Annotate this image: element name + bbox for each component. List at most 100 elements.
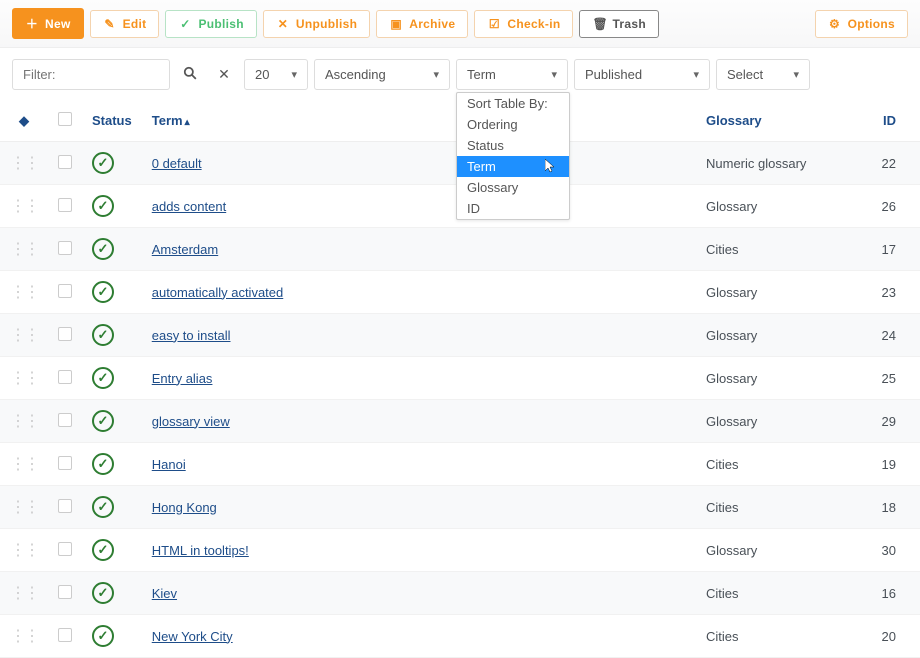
select-value: Select xyxy=(727,67,763,82)
edit-button[interactable]: ✎Edit xyxy=(90,10,160,38)
archive-button[interactable]: ▣Archive xyxy=(376,10,468,38)
drag-handle-icon[interactable]: ⋮⋮ xyxy=(10,327,38,344)
direction-select[interactable]: Ascending▾ xyxy=(314,59,450,90)
sort-by-select[interactable]: Term▾ Sort Table By: OrderingStatusTermG… xyxy=(456,59,568,90)
row-checkbox[interactable] xyxy=(58,241,72,255)
column-status[interactable]: Status xyxy=(82,100,142,142)
table-row: ⋮⋮✓AmsterdamCities17 xyxy=(0,228,920,271)
row-checkbox[interactable] xyxy=(58,413,72,427)
filter-input[interactable] xyxy=(12,59,170,90)
row-checkbox[interactable] xyxy=(58,155,72,169)
row-checkbox[interactable] xyxy=(58,585,72,599)
dropdown-item-status[interactable]: Status xyxy=(457,135,569,156)
status-published-icon[interactable]: ✓ xyxy=(92,281,114,303)
drag-handle-icon[interactable]: ⋮⋮ xyxy=(10,284,38,301)
drag-handle-icon[interactable]: ⋮⋮ xyxy=(10,198,38,215)
term-link[interactable]: glossary view xyxy=(152,414,230,429)
x-icon: ✕ xyxy=(218,66,230,83)
column-glossary[interactable]: Glossary xyxy=(696,100,866,142)
status-published-icon[interactable]: ✓ xyxy=(92,496,114,518)
status-published-icon[interactable]: ✓ xyxy=(92,539,114,561)
dropdown-item-id[interactable]: ID xyxy=(457,198,569,219)
per-page-select[interactable]: 20▾ xyxy=(244,59,308,90)
term-link[interactable]: easy to install xyxy=(152,328,231,343)
glossary-cell: Cities xyxy=(696,615,866,658)
status-published-icon[interactable]: ✓ xyxy=(92,625,114,647)
row-checkbox[interactable] xyxy=(58,628,72,642)
id-cell: 30 xyxy=(866,529,920,572)
select-all-checkbox[interactable] xyxy=(58,112,72,126)
term-link[interactable]: New York City xyxy=(152,629,233,644)
id-cell: 22 xyxy=(866,142,920,185)
id-cell: 18 xyxy=(866,486,920,529)
unpublish-button[interactable]: ✕Unpublish xyxy=(263,10,370,38)
status-published-icon[interactable]: ✓ xyxy=(92,582,114,604)
drag-handle-icon[interactable]: ⋮⋮ xyxy=(10,456,38,473)
status-published-icon[interactable]: ✓ xyxy=(92,324,114,346)
generic-select[interactable]: Select▾ xyxy=(716,59,810,90)
glossary-cell: Cities xyxy=(696,443,866,486)
row-checkbox[interactable] xyxy=(58,284,72,298)
checkin-button[interactable]: ☑Check-in xyxy=(474,10,573,38)
filter-bar: ✕ 20▾ Ascending▾ Term▾ Sort Table By: Or… xyxy=(0,48,920,100)
term-link[interactable]: automatically activated xyxy=(152,285,284,300)
status-published-icon[interactable]: ✓ xyxy=(92,453,114,475)
term-link[interactable]: Hong Kong xyxy=(152,500,217,515)
drag-handle-icon[interactable]: ⋮⋮ xyxy=(10,241,38,258)
term-link[interactable]: 0 default xyxy=(152,156,202,171)
column-term[interactable]: Term xyxy=(142,100,696,142)
id-cell: 19 xyxy=(866,443,920,486)
drag-handle-icon[interactable]: ⋮⋮ xyxy=(10,542,38,559)
publish-button[interactable]: ✓Publish xyxy=(165,10,256,38)
term-link[interactable]: Amsterdam xyxy=(152,242,218,257)
button-label: Trash xyxy=(612,17,646,31)
status-published-icon[interactable]: ✓ xyxy=(92,367,114,389)
row-checkbox[interactable] xyxy=(58,370,72,384)
new-button[interactable]: ＋New xyxy=(12,8,84,39)
search-button[interactable] xyxy=(176,58,204,90)
status-published-icon[interactable]: ✓ xyxy=(92,410,114,432)
row-checkbox[interactable] xyxy=(58,456,72,470)
clear-filter-button[interactable]: ✕ xyxy=(210,58,238,90)
glossary-cell: Glossary xyxy=(696,357,866,400)
button-label: Options xyxy=(848,17,895,31)
button-label: New xyxy=(45,17,71,31)
row-checkbox[interactable] xyxy=(58,499,72,513)
glossary-cell: Numeric glossary xyxy=(696,142,866,185)
status-published-icon[interactable]: ✓ xyxy=(92,152,114,174)
term-link[interactable]: HTML in tooltips! xyxy=(152,543,249,558)
dropdown-item-term[interactable]: Term xyxy=(457,156,569,177)
drag-handle-icon[interactable]: ⋮⋮ xyxy=(10,413,38,430)
select-value: 20 xyxy=(255,67,269,82)
status-published-icon[interactable]: ✓ xyxy=(92,195,114,217)
id-cell: 17 xyxy=(866,228,920,271)
drag-handle-icon[interactable]: ⋮⋮ xyxy=(10,585,38,602)
button-label: Edit xyxy=(123,17,147,31)
column-label: Glossary xyxy=(706,113,762,128)
dropdown-item-glossary[interactable]: Glossary xyxy=(457,177,569,198)
term-link[interactable]: Kiev xyxy=(152,586,177,601)
drag-handle-icon[interactable]: ⋮⋮ xyxy=(10,370,38,387)
term-link[interactable]: Hanoi xyxy=(152,457,186,472)
button-label: Archive xyxy=(409,17,455,31)
published-select[interactable]: Published▾ xyxy=(574,59,710,90)
row-checkbox[interactable] xyxy=(58,198,72,212)
trash-button[interactable]: 🗑Trash xyxy=(579,10,659,38)
column-order[interactable]: ◆ xyxy=(0,100,48,142)
column-label: Term xyxy=(152,113,190,128)
row-checkbox[interactable] xyxy=(58,327,72,341)
id-cell: 23 xyxy=(866,271,920,314)
table-row: ⋮⋮✓Entry aliasGlossary25 xyxy=(0,357,920,400)
row-checkbox[interactable] xyxy=(58,542,72,556)
table-row: ⋮⋮ ✓ Hanoi Cities19 xyxy=(0,443,920,486)
dropdown-item-ordering[interactable]: Ordering xyxy=(457,114,569,135)
drag-handle-icon[interactable]: ⋮⋮ xyxy=(10,499,38,516)
term-link[interactable]: Entry alias xyxy=(152,371,213,386)
term-link[interactable]: adds content xyxy=(152,199,226,214)
column-id[interactable]: ID xyxy=(866,100,920,142)
drag-handle-icon[interactable]: ⋮⋮ xyxy=(10,628,38,645)
column-label: ID xyxy=(883,113,896,128)
options-button[interactable]: ⚙Options xyxy=(815,10,908,38)
drag-handle-icon[interactable]: ⋮⋮ xyxy=(10,155,38,172)
status-published-icon[interactable]: ✓ xyxy=(92,238,114,260)
